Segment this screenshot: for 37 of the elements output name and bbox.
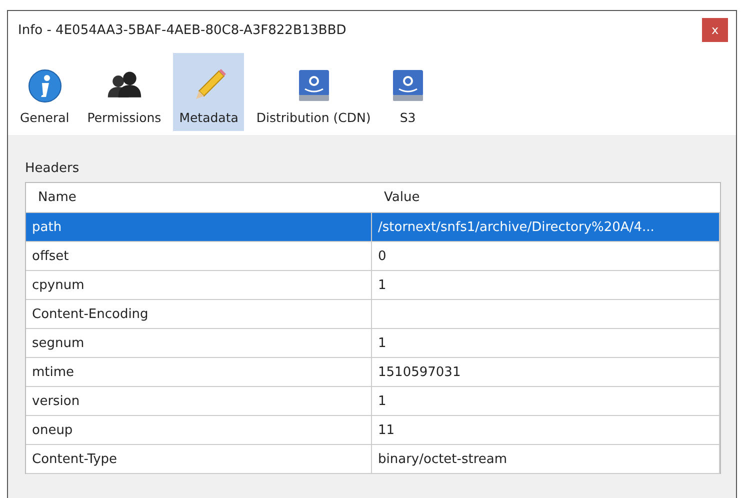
table-row[interactable]: version 1 bbox=[26, 387, 720, 416]
window-title: Info - 4E054AA3-5BAF-4AEB-80C8-A3F822B13BBD bbox=[18, 22, 346, 38]
table-row[interactable]: oneup 11 bbox=[26, 416, 720, 445]
table-cell: 1 bbox=[372, 271, 720, 299]
info-icon bbox=[26, 68, 64, 104]
table-cell: mtime bbox=[26, 358, 372, 386]
toolbar-tab[interactable]: Permissions bbox=[81, 53, 168, 131]
column-header[interactable]: Name bbox=[26, 183, 372, 212]
table-row[interactable]: cpynum 1 bbox=[26, 271, 720, 300]
table-cell: /stornext/snfs1/archive/Directory%20A/4... bbox=[372, 213, 720, 241]
toolbar-tab[interactable]: General bbox=[14, 53, 76, 131]
column-header[interactable]: Value bbox=[372, 183, 720, 212]
table-row[interactable]: path /stornext/snfs1/archive/Directory%20A/4... bbox=[26, 213, 720, 242]
table-cell: cpynum bbox=[26, 271, 372, 299]
table-cell: oneup bbox=[26, 416, 372, 444]
close-button[interactable]: x bbox=[702, 18, 728, 42]
table-row[interactable]: mtime 1510597031 bbox=[26, 358, 720, 387]
table-row[interactable]: Content-Type binary/octet-stream bbox=[26, 445, 720, 474]
table-cell: path bbox=[26, 213, 372, 241]
toolbar-tab[interactable]: S3 bbox=[382, 53, 433, 131]
table-row[interactable]: segnum 1 bbox=[26, 329, 720, 358]
table-cell: 0 bbox=[372, 242, 720, 270]
table-cell: segnum bbox=[26, 329, 372, 357]
toolbar-tab[interactable]: Distribution (CDN) bbox=[250, 53, 377, 131]
section-label: Headers bbox=[25, 161, 80, 176]
table-cell: 1 bbox=[372, 329, 720, 357]
table-cell: 1510597031 bbox=[372, 358, 720, 386]
table-row[interactable]: Content-Encoding bbox=[26, 300, 720, 329]
table-cell: 11 bbox=[372, 416, 720, 444]
table-cell: 1 bbox=[372, 387, 720, 415]
table-cell: binary/octet-stream bbox=[372, 445, 720, 473]
table-cell: version bbox=[26, 387, 372, 415]
toolbar-tab[interactable]: Metadata bbox=[173, 53, 244, 131]
table-cell: offset bbox=[26, 242, 372, 270]
table-cell: Content-Encoding bbox=[26, 300, 372, 328]
table-row[interactable]: offset 0 bbox=[26, 242, 720, 271]
table-cell: Content-Type bbox=[26, 445, 372, 473]
